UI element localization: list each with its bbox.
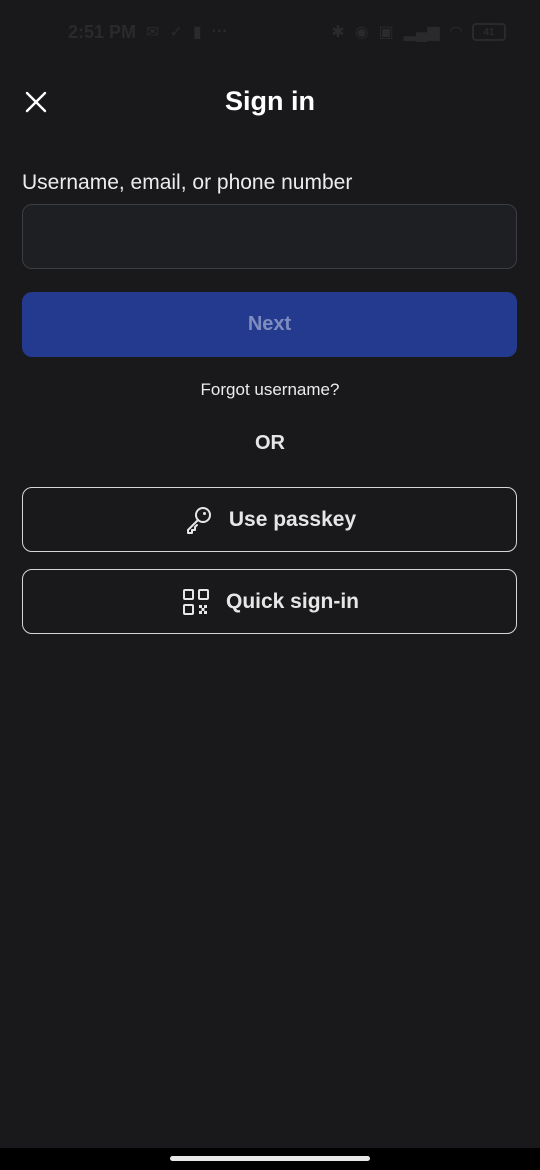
header: Sign in: [0, 74, 540, 132]
battery-indicator: 41: [472, 23, 506, 41]
sim-card-icon: ▣: [378, 24, 394, 41]
page-title: Sign in: [225, 86, 315, 116]
or-divider: OR: [255, 432, 285, 454]
sim-icon: ▮: [192, 24, 202, 41]
use-passkey-button[interactable]: Use passkey: [22, 487, 517, 552]
mail-icon: ✉: [146, 24, 160, 41]
key-icon: [183, 504, 215, 536]
status-bar-right: ✱ ◉ ▣ ▂▄▆ ◠ 41: [331, 22, 506, 42]
username-input[interactable]: [22, 204, 517, 269]
quick-sign-in-button[interactable]: Quick sign-in: [22, 569, 517, 634]
wifi-icon: ◠: [449, 24, 462, 41]
forgot-username-link[interactable]: Forgot username?: [0, 380, 540, 400]
status-time: 2:51 PM: [68, 21, 137, 42]
qr-code-icon: [180, 586, 212, 618]
signal-icon: ▂▄▆: [403, 24, 440, 41]
next-button[interactable]: Next: [22, 292, 517, 357]
navigation-bar: [0, 1148, 540, 1170]
username-field-label: Username, email, or phone number: [22, 171, 353, 194]
bluetooth-icon: ✱: [331, 24, 345, 41]
check-icon: ✓: [169, 24, 183, 41]
more-icon: ···: [211, 23, 228, 40]
home-indicator[interactable]: [170, 1156, 370, 1161]
quick-sign-in-label: Quick sign-in: [225, 589, 359, 613]
use-passkey-label: Use passkey: [228, 507, 357, 531]
sign-in-screen: 2:51 PM ✉ ✓ ▮ ··· ✱ ◉ ▣ ▂▄▆ ◠ 41 Sign in…: [0, 0, 540, 1170]
status-bar-left: 2:51 PM ✉ ✓ ▮ ···: [68, 22, 228, 43]
eye-icon: ◉: [354, 24, 369, 41]
next-button-label: Next: [247, 313, 292, 335]
status-bar: 2:51 PM ✉ ✓ ▮ ··· ✱ ◉ ▣ ▂▄▆ ◠ 41: [0, 0, 540, 64]
